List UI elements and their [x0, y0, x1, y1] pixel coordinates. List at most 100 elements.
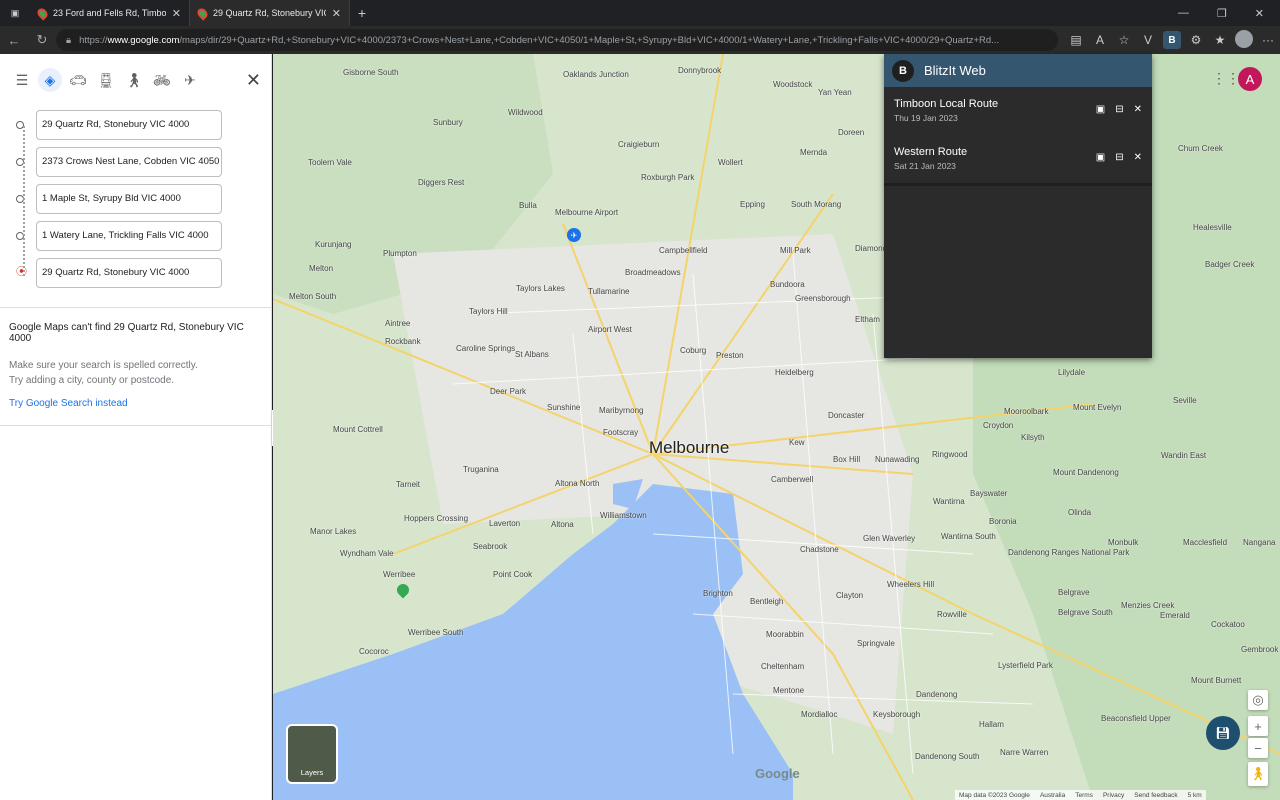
- restore-icon[interactable]: ❐: [1217, 7, 1227, 20]
- flight-icon[interactable]: ✈︎: [178, 68, 202, 92]
- map-place-label[interactable]: Melton South: [289, 292, 336, 301]
- map-place-label[interactable]: Springvale: [857, 639, 895, 648]
- zoom-out-button[interactable]: −: [1248, 738, 1268, 758]
- map-place-label[interactable]: Wandin East: [1161, 451, 1206, 460]
- map-place-label[interactable]: Nunawading: [875, 455, 919, 464]
- map-place-label[interactable]: Roxburgh Park: [641, 173, 694, 182]
- save-icon[interactable]: ▣: [1096, 104, 1105, 115]
- map-place-label[interactable]: Bayswater: [970, 489, 1007, 498]
- map-place-label[interactable]: Donnybrook: [678, 66, 721, 75]
- map-place-label[interactable]: Bundoora: [770, 280, 805, 289]
- map-place-label[interactable]: Narre Warren: [1000, 748, 1048, 757]
- google-search-link[interactable]: Try Google Search instead: [9, 398, 262, 409]
- menu-icon[interactable]: ☰: [10, 68, 34, 92]
- map-place-label[interactable]: Glen Waverley: [863, 534, 915, 543]
- delete-icon[interactable]: ✕: [1134, 152, 1142, 163]
- map-place-label[interactable]: Seabrook: [473, 542, 507, 551]
- more-icon[interactable]: ···: [1256, 33, 1280, 47]
- map-place-label[interactable]: Chadstone: [800, 545, 839, 554]
- route-item[interactable]: Western Route Sat 21 Jan 2023 ▣ ⊟ ✕: [884, 135, 1152, 183]
- map-place-label[interactable]: Mooroolbark: [1004, 407, 1048, 416]
- map-place-label[interactable]: Rowville: [937, 610, 967, 619]
- car-icon[interactable]: 🚗︎: [66, 68, 90, 92]
- map-place-label[interactable]: Kew: [789, 438, 805, 447]
- airport-icon[interactable]: ✈: [567, 228, 581, 242]
- tab-close-icon[interactable]: ✕: [332, 7, 341, 20]
- map-place-label[interactable]: Dandenong Ranges National Park: [1008, 548, 1129, 557]
- map-place-label[interactable]: Werribee: [383, 570, 415, 579]
- map-place-label[interactable]: Croydon: [983, 421, 1013, 430]
- browser-tab[interactable]: 23 Ford and Fells Rd, Timboon V ✕: [30, 0, 190, 26]
- map-place-label[interactable]: Emerald: [1160, 611, 1190, 620]
- bicycle-icon[interactable]: 🚲︎: [150, 68, 174, 92]
- extensions-icon[interactable]: ⚙: [1184, 33, 1208, 47]
- map-place-label[interactable]: Tullamarine: [588, 287, 630, 296]
- map-place-label[interactable]: Epping: [740, 200, 765, 209]
- map-place-label[interactable]: Seville: [1173, 396, 1197, 405]
- map-place-label[interactable]: Lilydale: [1058, 368, 1085, 377]
- map-place-label[interactable]: Badger Creek: [1205, 260, 1254, 269]
- map-place-label[interactable]: Taylors Lakes: [516, 284, 565, 293]
- map-place-label[interactable]: South Morang: [791, 200, 841, 209]
- load-route-icon[interactable]: ⊟: [1115, 104, 1123, 115]
- map-place-label[interactable]: Lysterfield Park: [998, 661, 1053, 670]
- stop-input[interactable]: 29 Quartz Rd, Stonebury VIC 4000: [36, 109, 222, 140]
- map-place-label[interactable]: Gisborne South: [343, 68, 399, 77]
- pegman-icon[interactable]: 🚶︎: [1248, 762, 1268, 786]
- map-place-label[interactable]: Mill Park: [780, 246, 811, 255]
- map-place-label[interactable]: Coburg: [680, 346, 706, 355]
- map-place-label[interactable]: Boronia: [989, 517, 1017, 526]
- map-place-label[interactable]: Healesville: [1193, 223, 1232, 232]
- map-place-label[interactable]: Wantirna South: [941, 532, 996, 541]
- map-place-label[interactable]: Truganina: [463, 465, 499, 474]
- map-place-label[interactable]: Aintree: [385, 319, 410, 328]
- terms-link[interactable]: Terms: [1075, 792, 1093, 799]
- map-place-label[interactable]: Altona: [551, 520, 574, 529]
- map-place-label[interactable]: Mordialloc: [801, 710, 837, 719]
- map-place-label[interactable]: Campbellfield: [659, 246, 707, 255]
- stop-input[interactable]: 1 Watery Lane, Trickling Falls VIC 4000: [36, 220, 222, 251]
- map-place-label[interactable]: Mount Cottrell: [333, 425, 383, 434]
- map-place-label[interactable]: Brighton: [703, 589, 733, 598]
- map-place-label[interactable]: Eltham: [855, 315, 880, 324]
- address-bar[interactable]: 🔒︎ https://www.google.com/maps/dir/29+Qu…: [56, 29, 1058, 51]
- zoom-in-button[interactable]: +: [1248, 716, 1268, 736]
- send-feedback-link[interactable]: Send feedback: [1134, 792, 1177, 799]
- map-place-label[interactable]: Wyndham Vale: [340, 549, 394, 558]
- transit-icon[interactable]: 🚆︎: [94, 68, 118, 92]
- map-place-label[interactable]: Mernda: [800, 148, 827, 157]
- read-aloud-icon[interactable]: A: [1088, 33, 1112, 47]
- map-place-label[interactable]: Belgrave South: [1058, 608, 1113, 617]
- layers-button[interactable]: Layers: [286, 724, 338, 784]
- route-item[interactable]: Timboon Local Route Thu 19 Jan 2023 ▣ ⊟ …: [884, 87, 1152, 135]
- reader-icon[interactable]: ▤: [1064, 33, 1088, 47]
- map-place-label[interactable]: Dandenong South: [915, 752, 980, 761]
- map-place-label[interactable]: Yan Yean: [818, 88, 852, 97]
- destination-input[interactable]: 29 Quartz Rd, Stonebury VIC 4000: [36, 257, 222, 288]
- map-place-label[interactable]: Mount Burnett: [1191, 676, 1241, 685]
- map-place-label[interactable]: Kilsyth: [1021, 433, 1045, 442]
- favorite-icon[interactable]: ☆: [1112, 33, 1136, 47]
- map-place-label[interactable]: Bulla: [519, 201, 537, 210]
- map-place-label[interactable]: Sunbury: [433, 118, 463, 127]
- map-place-label[interactable]: Bentleigh: [750, 597, 783, 606]
- map-place-label[interactable]: Greensborough: [795, 294, 851, 303]
- map-place-label[interactable]: Plumpton: [383, 249, 417, 258]
- map-place-label[interactable]: Menzies Creek: [1121, 601, 1174, 610]
- map-place-label[interactable]: Moorabbin: [766, 630, 804, 639]
- favorites-icon[interactable]: ★: [1208, 33, 1232, 47]
- map-place-label[interactable]: Taylors Hill: [469, 307, 508, 316]
- map-place-label[interactable]: Wildwood: [508, 108, 543, 117]
- map-place-label[interactable]: Airport West: [588, 325, 632, 334]
- map-place-label[interactable]: Cocoroc: [359, 647, 389, 656]
- save-route-fab[interactable]: 💾︎: [1206, 716, 1240, 750]
- map-place-label[interactable]: Werribee South: [408, 628, 463, 637]
- save-icon[interactable]: ▣: [1096, 152, 1105, 163]
- map-place-label[interactable]: Footscray: [603, 428, 638, 437]
- stop-input[interactable]: 2373 Crows Nest Lane, Cobden VIC 4050: [36, 146, 222, 177]
- map-place-label[interactable]: Woodstock: [773, 80, 812, 89]
- map-place-label[interactable]: Wheelers Hill: [887, 580, 934, 589]
- new-tab-icon[interactable]: +: [350, 5, 374, 21]
- map-place-label[interactable]: Craigieburn: [618, 140, 659, 149]
- map-place-label[interactable]: Williamstown: [600, 511, 647, 520]
